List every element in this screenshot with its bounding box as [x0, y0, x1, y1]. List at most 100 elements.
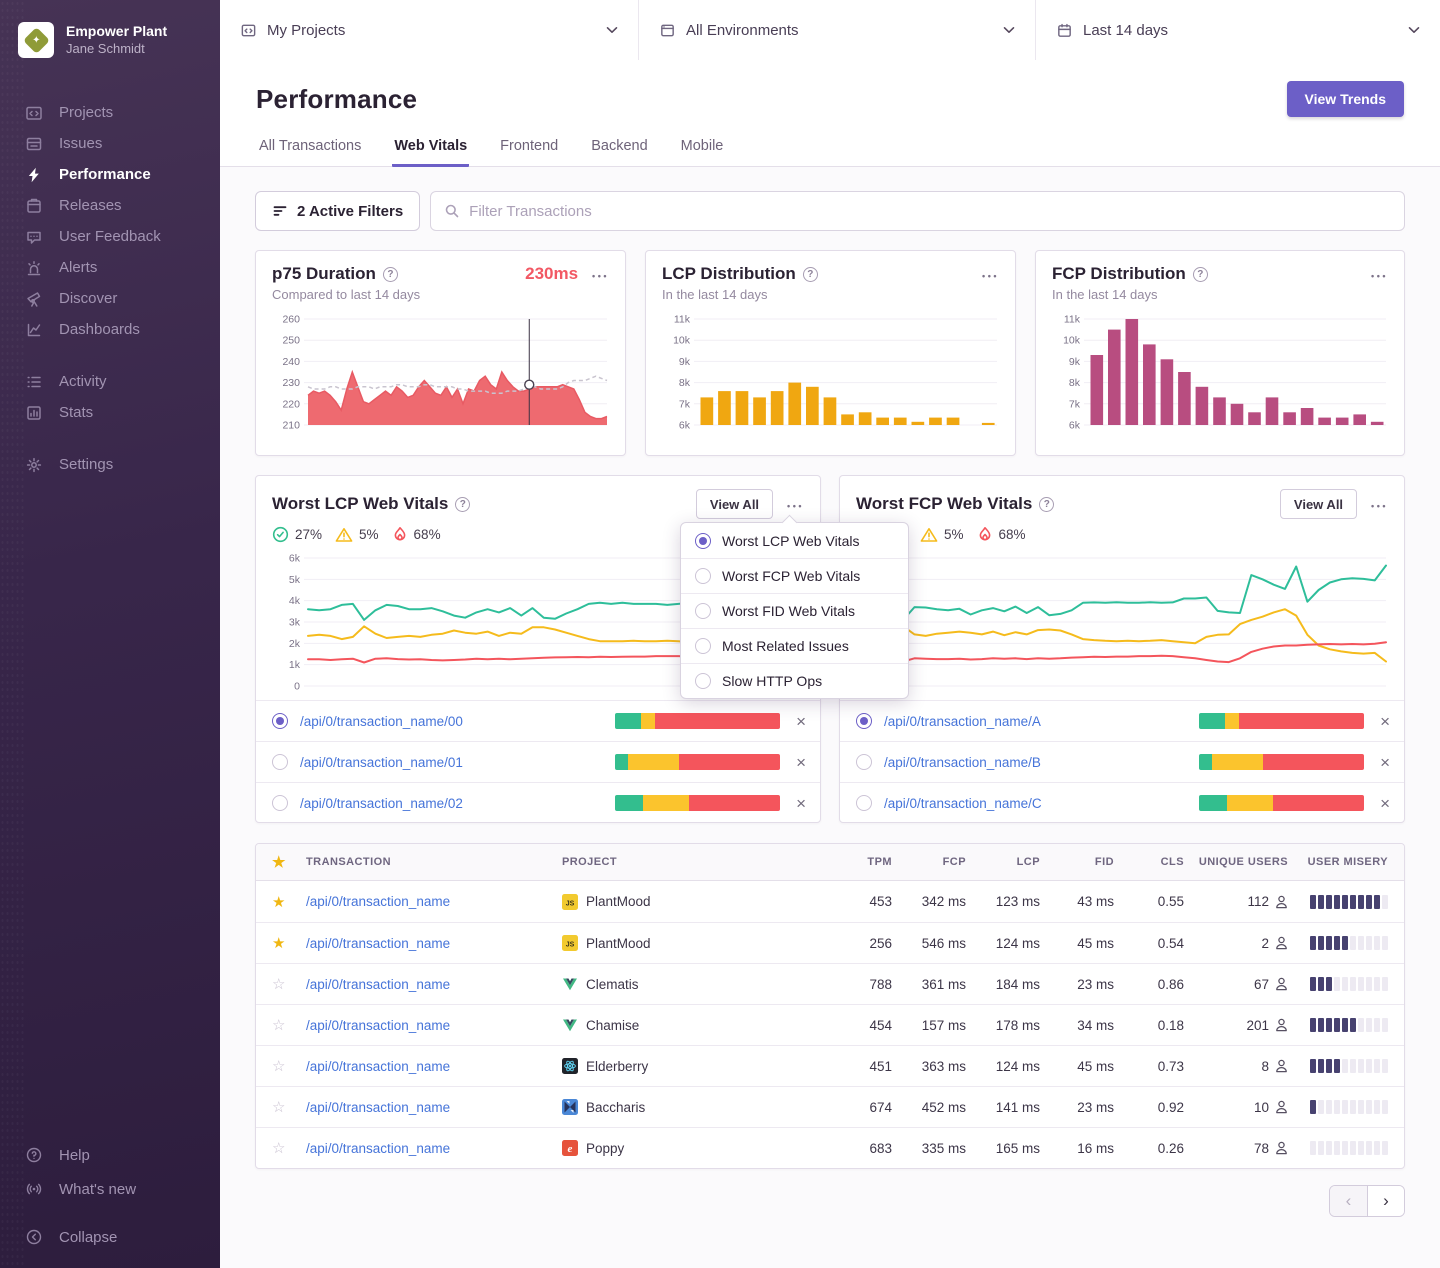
- overflow-menu-icon[interactable]: [1371, 497, 1388, 512]
- help-icon[interactable]: ?: [383, 267, 398, 282]
- sidebar-item-discover[interactable]: Discover: [0, 283, 220, 314]
- sidebar-item-activity[interactable]: Activity: [0, 366, 220, 397]
- environment-selector[interactable]: All Environments: [638, 0, 1035, 60]
- dropdown-option-most-related-issues[interactable]: Most Related Issues: [681, 628, 908, 663]
- star-icon[interactable]: [272, 1139, 306, 1157]
- vitals-distribution-bar: [1199, 754, 1364, 770]
- platform-native-icon: [562, 1099, 578, 1115]
- sidebar-item-performance[interactable]: Performance: [0, 159, 220, 190]
- sidebar-item-whats-new[interactable]: What's new: [0, 1172, 220, 1206]
- cls-value: 0.26: [1114, 1141, 1184, 1156]
- active-filters-button[interactable]: 2 Active Filters: [255, 191, 420, 231]
- overflow-menu-icon[interactable]: [787, 497, 804, 512]
- tab-backend[interactable]: Backend: [589, 134, 649, 167]
- dropdown-option-worst-lcp[interactable]: Worst LCP Web Vitals: [681, 523, 908, 558]
- user-icon: [1275, 977, 1288, 991]
- star-icon[interactable]: [272, 1016, 306, 1034]
- help-icon[interactable]: ?: [1039, 497, 1054, 512]
- badge-value: 68%: [414, 527, 441, 542]
- close-icon[interactable]: [1380, 795, 1390, 812]
- close-icon[interactable]: [796, 754, 806, 771]
- svg-text:1k: 1k: [289, 659, 301, 671]
- table-header: TRANSACTION PROJECT TPM FCP LCP FID CLS …: [256, 844, 1404, 881]
- close-icon[interactable]: [1380, 713, 1390, 730]
- sidebar-item-alerts[interactable]: Alerts: [0, 252, 220, 283]
- star-icon[interactable]: [272, 893, 306, 911]
- transaction-link[interactable]: /api/0/transaction_name/00: [300, 714, 463, 729]
- radio-button[interactable]: [272, 713, 288, 729]
- transaction-link[interactable]: /api/0/transaction_name/02: [300, 796, 463, 811]
- transaction-link[interactable]: /api/0/transaction_name/B: [884, 755, 1041, 770]
- dropdown-option-slow-http-ops[interactable]: Slow HTTP Ops: [681, 663, 908, 698]
- overflow-menu-icon[interactable]: [592, 267, 609, 282]
- radio-button[interactable]: [856, 713, 872, 729]
- sidebar-item-dashboards[interactable]: Dashboards: [0, 314, 220, 345]
- tab-mobile[interactable]: Mobile: [679, 134, 726, 167]
- tab-all-transactions[interactable]: All Transactions: [257, 134, 363, 167]
- sidebar-item-label: Settings: [59, 456, 113, 473]
- radio-button[interactable]: [856, 795, 872, 811]
- view-all-button[interactable]: View All: [1280, 489, 1357, 519]
- transaction-link[interactable]: /api/0/transaction_name: [306, 894, 562, 909]
- close-icon[interactable]: [1380, 754, 1390, 771]
- dropdown-option-worst-fcp[interactable]: Worst FCP Web Vitals: [681, 558, 908, 593]
- transaction-link[interactable]: /api/0/transaction_name: [306, 1141, 562, 1156]
- settings-icon: [24, 456, 44, 474]
- close-icon[interactable]: [796, 795, 806, 812]
- platform-javascript-icon: JS: [562, 935, 578, 951]
- tab-frontend[interactable]: Frontend: [498, 134, 560, 167]
- sidebar-item-settings[interactable]: Settings: [0, 449, 220, 480]
- sidebar-item-label: Discover: [59, 290, 117, 307]
- tpm-value: 788: [828, 977, 892, 992]
- transaction-link[interactable]: /api/0/transaction_name: [306, 936, 562, 951]
- fid-value: 45 ms: [1040, 936, 1114, 951]
- project-selector[interactable]: My Projects: [220, 0, 638, 60]
- sidebar-item-projects[interactable]: Projects: [0, 97, 220, 128]
- radio-button[interactable]: [856, 754, 872, 770]
- view-trends-button[interactable]: View Trends: [1287, 81, 1404, 117]
- sidebar-item-releases[interactable]: Releases: [0, 190, 220, 221]
- star-icon[interactable]: [272, 1098, 306, 1116]
- tab-web-vitals[interactable]: Web Vitals: [392, 134, 469, 167]
- user-misery-bar: [1288, 1059, 1388, 1073]
- sidebar-item-stats[interactable]: Stats: [0, 397, 220, 428]
- overflow-menu-icon[interactable]: [982, 267, 999, 282]
- overflow-menu-icon[interactable]: [1371, 267, 1388, 282]
- next-page-button[interactable]: [1367, 1186, 1404, 1216]
- help-icon[interactable]: ?: [1193, 267, 1208, 282]
- help-icon[interactable]: ?: [803, 267, 818, 282]
- vitals-distribution-bar: [615, 713, 780, 729]
- sidebar-item-issues[interactable]: Issues: [0, 128, 220, 159]
- column-user-misery: USER MISERY: [1288, 856, 1388, 868]
- radio-button[interactable]: [272, 754, 288, 770]
- date-range-selector[interactable]: Last 14 days: [1035, 0, 1440, 60]
- radio-button[interactable]: [272, 795, 288, 811]
- transaction-link[interactable]: /api/0/transaction_name/A: [884, 714, 1041, 729]
- vital-transaction-row: /api/0/transaction_name/01: [256, 741, 820, 782]
- svg-text:7k: 7k: [679, 398, 691, 410]
- help-icon[interactable]: ?: [455, 497, 470, 512]
- star-icon[interactable]: [272, 934, 306, 952]
- search-input[interactable]: [469, 203, 1391, 220]
- transaction-link[interactable]: /api/0/transaction_name/C: [884, 796, 1042, 811]
- previous-page-button[interactable]: [1330, 1186, 1367, 1216]
- transaction-link[interactable]: /api/0/transaction_name: [306, 977, 562, 992]
- dropdown-option-worst-fid[interactable]: Worst FID Web Vitals: [681, 593, 908, 628]
- star-icon[interactable]: [272, 975, 306, 993]
- user-icon: [1275, 1059, 1288, 1073]
- sidebar-item-user-feedback[interactable]: User Feedback: [0, 221, 220, 252]
- view-all-button[interactable]: View All: [696, 489, 773, 519]
- fcp-value: 157 ms: [892, 1018, 966, 1033]
- transaction-link[interactable]: /api/0/transaction_name: [306, 1059, 562, 1074]
- close-icon[interactable]: [796, 713, 806, 730]
- column-transaction: TRANSACTION: [306, 856, 562, 868]
- sidebar-item-help[interactable]: Help: [0, 1138, 220, 1172]
- sidebar-item-collapse[interactable]: Collapse: [0, 1220, 220, 1254]
- vital-transaction-row: /api/0/transaction_name/00: [256, 700, 820, 741]
- org-switcher[interactable]: ✦ Empower Plant Jane Schmidt: [0, 16, 220, 64]
- transaction-link[interactable]: /api/0/transaction_name/01: [300, 755, 463, 770]
- transaction-link[interactable]: /api/0/transaction_name: [306, 1018, 562, 1033]
- transaction-link[interactable]: /api/0/transaction_name: [306, 1100, 562, 1115]
- star-icon[interactable]: [272, 1057, 306, 1075]
- user-icon: [1275, 1100, 1288, 1114]
